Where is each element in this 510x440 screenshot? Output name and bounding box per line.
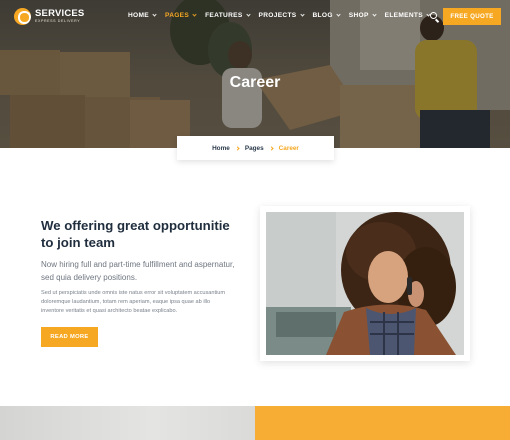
brand-tagline: EXPRESS DELIVERY: [35, 19, 81, 24]
nav-item-shop[interactable]: SHOP: [348, 12, 377, 19]
nav-item-elements[interactable]: ELEMENTS: [384, 12, 431, 19]
nav-item-label: PAGES: [164, 12, 190, 19]
chevron-right-icon: [235, 145, 240, 151]
read-more-button[interactable]: READ MORE: [41, 327, 98, 347]
nav-item-pages[interactable]: PAGES: [164, 12, 197, 19]
site-logo[interactable]: SERVICES EXPRESS DELIVERY: [14, 8, 84, 25]
free-quote-button[interactable]: FREE QUOTE: [443, 8, 501, 25]
site-header: SERVICES EXPRESS DELIVERY HOME PAGES FEA…: [0, 0, 510, 34]
chevron-right-icon: [269, 145, 274, 151]
chevron-down-icon: [372, 12, 377, 17]
nav-item-label: PROJECTS: [258, 12, 297, 19]
main-nav: HOME PAGES FEATURES PROJECTS BLOG SHOP E…: [128, 12, 439, 19]
career-photo-frame: [260, 206, 470, 361]
bottom-section-right: [255, 406, 510, 440]
hero-banner: SERVICES EXPRESS DELIVERY HOME PAGES FEA…: [0, 0, 510, 148]
chevron-down-icon: [152, 12, 157, 17]
nav-item-label: SHOP: [348, 12, 369, 19]
section-heading: We offering great opportunitie to join t…: [41, 218, 230, 250]
chevron-down-icon: [245, 12, 251, 17]
logo-text: SERVICES EXPRESS DELIVERY: [35, 9, 84, 24]
nav-item-features[interactable]: FEATURES: [205, 12, 251, 19]
nav-item-projects[interactable]: PROJECTS: [258, 12, 305, 19]
breadcrumb-pages[interactable]: Pages: [245, 145, 264, 152]
nav-item-label: ELEMENTS: [384, 12, 423, 19]
woman-on-phone-image: [266, 212, 464, 355]
career-photo: [266, 212, 464, 355]
nav-item-label: BLOG: [312, 12, 333, 19]
breadcrumb-home[interactable]: Home: [212, 145, 230, 152]
chevron-down-icon: [299, 12, 305, 17]
breadcrumb: Home Pages Career: [177, 136, 334, 160]
nav-item-label: FEATURES: [205, 12, 243, 19]
nav-item-blog[interactable]: BLOG: [312, 12, 341, 19]
section-body: Sed ut perspiciatis unde omnis iste natu…: [41, 290, 226, 315]
chevron-down-icon: [192, 12, 197, 17]
nav-item-label: HOME: [128, 12, 149, 19]
brand-name: SERVICES: [35, 7, 85, 19]
section-lead: Now hiring full and part-time fulfillmen…: [41, 260, 235, 282]
logo-icon: [14, 8, 31, 25]
page-title: Career: [229, 74, 281, 91]
search-icon[interactable]: [430, 12, 437, 19]
nav-item-home[interactable]: HOME: [128, 12, 157, 19]
bottom-section-left: [0, 406, 255, 440]
breadcrumb-current: Career: [278, 144, 299, 152]
chevron-down-icon: [336, 12, 341, 17]
